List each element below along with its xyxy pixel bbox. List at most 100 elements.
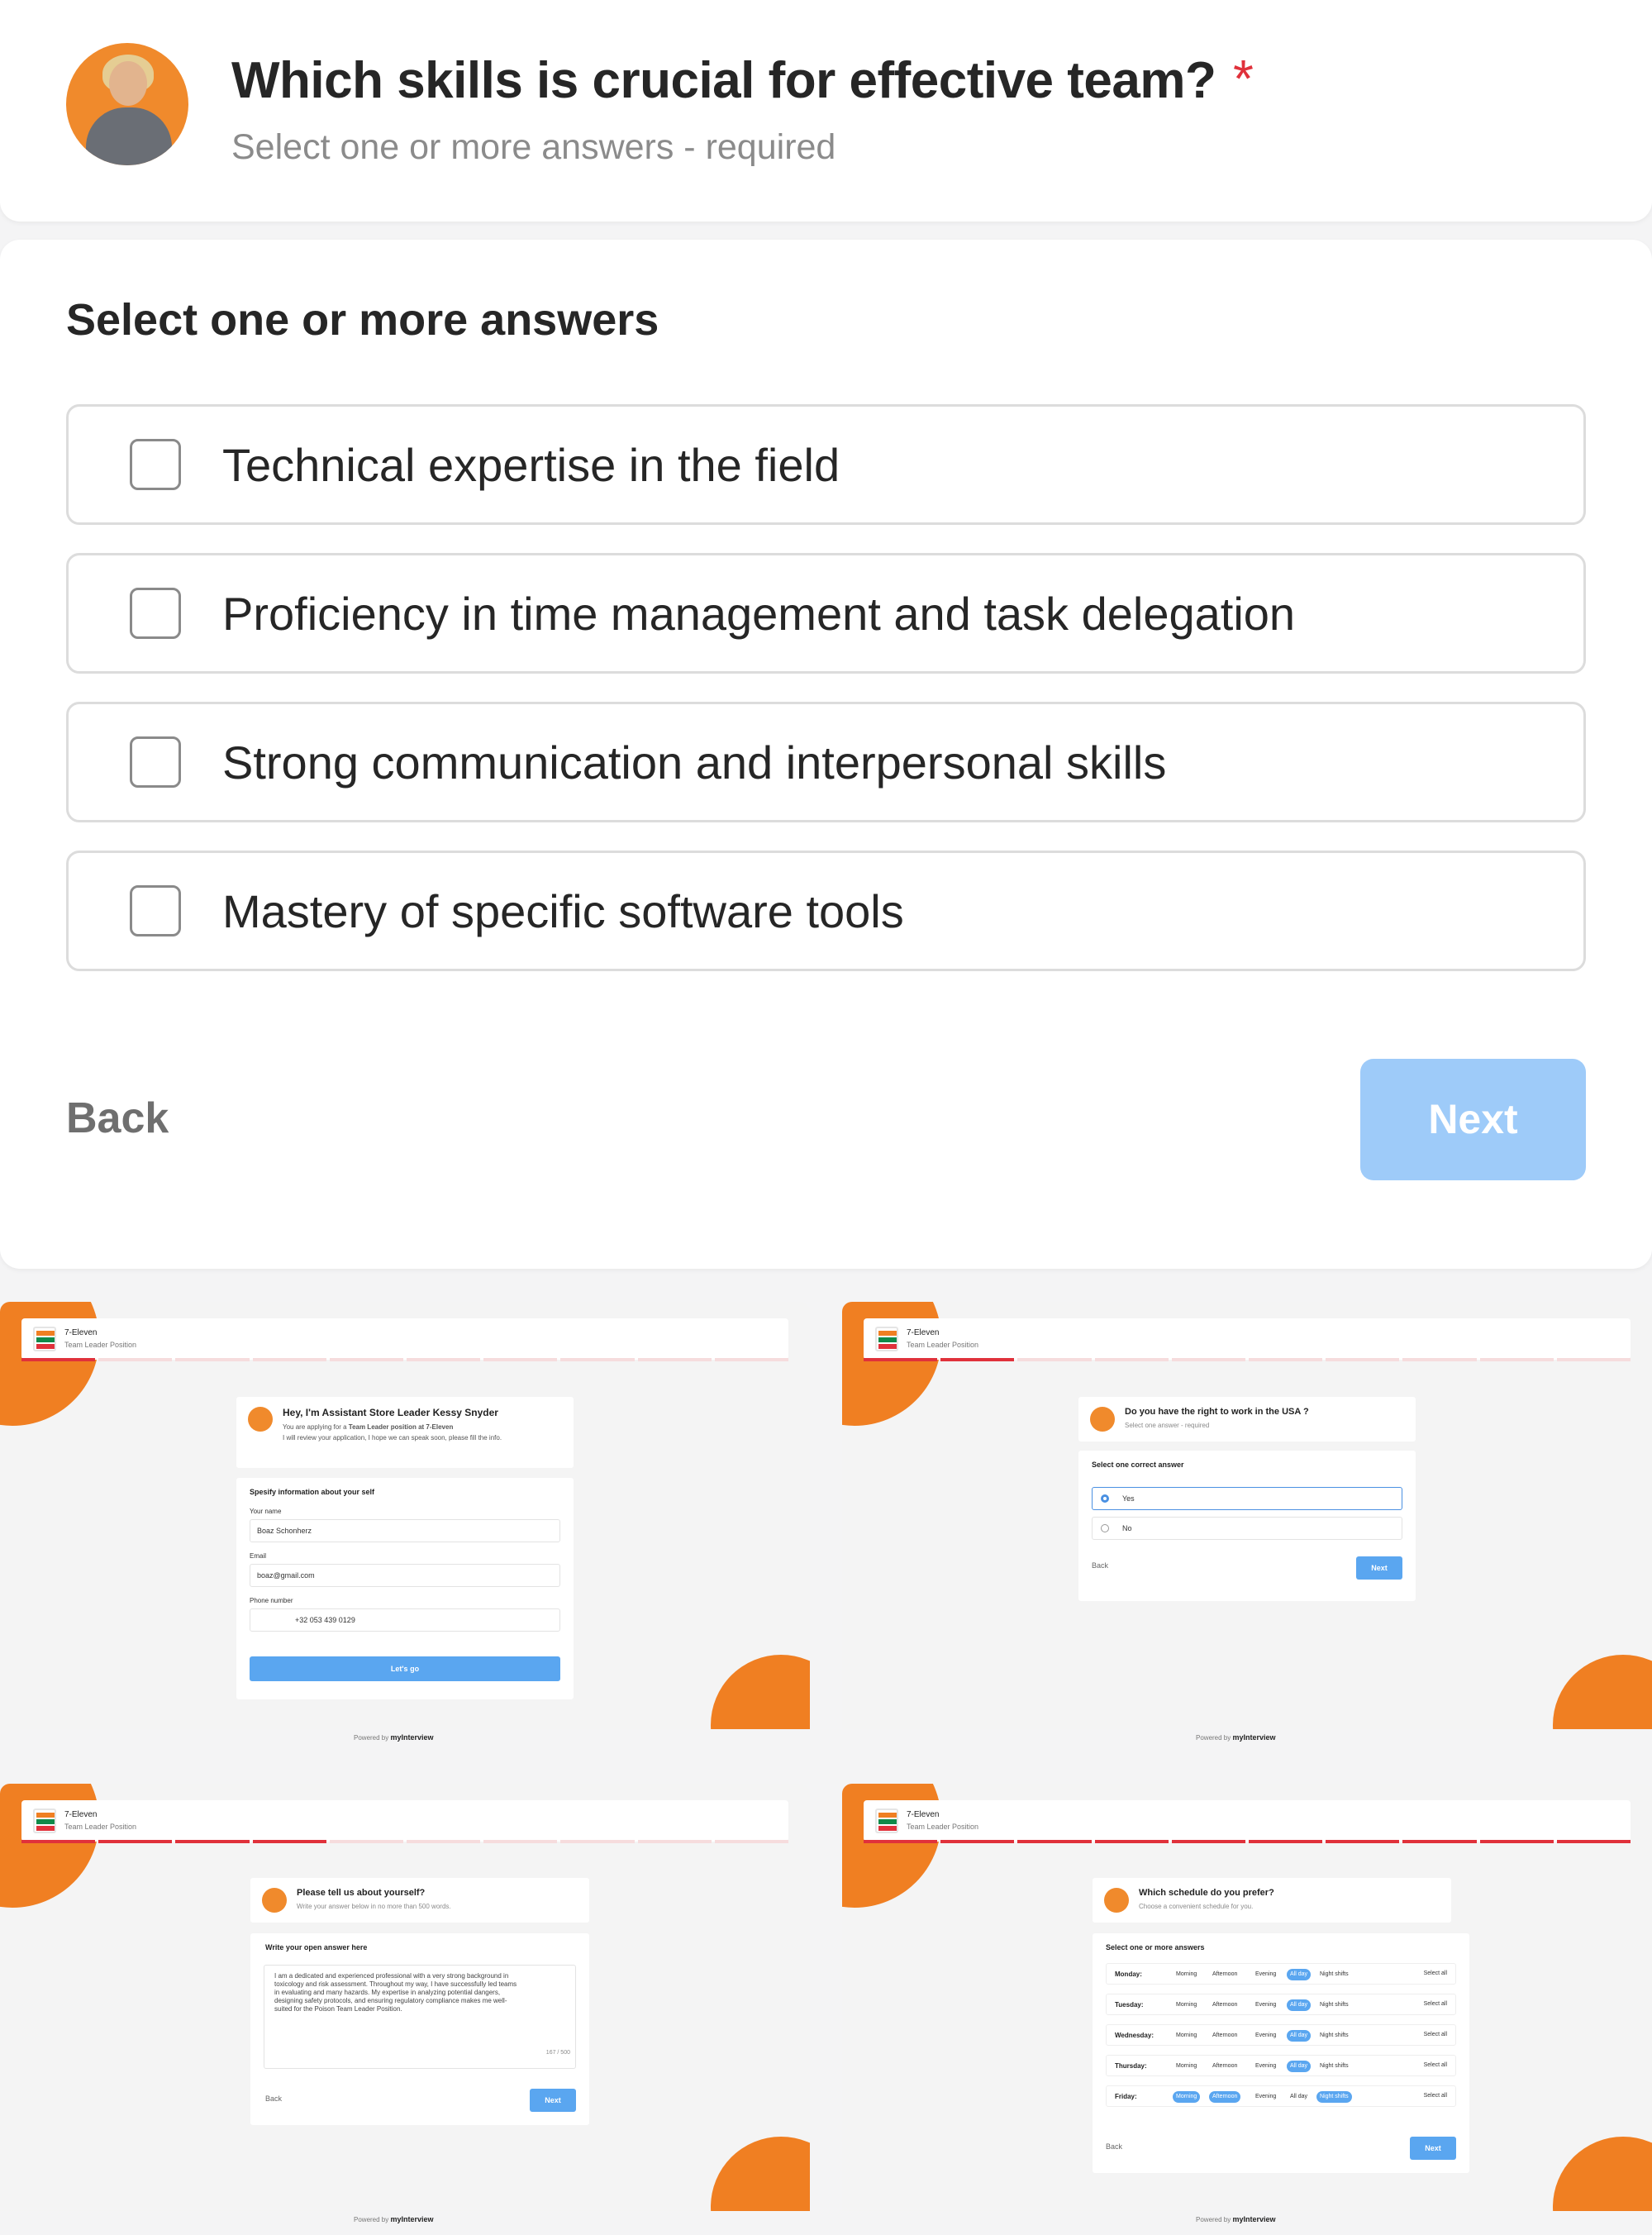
back-button[interactable]: Back xyxy=(1106,2142,1122,2151)
answer-panel: Select one correct answer Yes No Back Ne… xyxy=(1078,1451,1416,1601)
next-button[interactable]: Next xyxy=(1360,1059,1586,1180)
schedule-chip[interactable]: Afternoon xyxy=(1209,1969,1240,1980)
form-section-title: Spesify information about your self xyxy=(250,1488,375,1496)
question-title: Which skills is crucial for effective te… xyxy=(231,52,1216,109)
schedule-chip[interactable]: Afternoon xyxy=(1209,2091,1241,2103)
schedule-chip[interactable]: All day xyxy=(1287,2091,1311,2103)
radio-button[interactable] xyxy=(1101,1494,1109,1503)
answers-heading: Select one or more answers xyxy=(66,295,659,345)
avatar xyxy=(248,1407,273,1432)
thumb-brand: 7-Eleven xyxy=(64,1810,98,1819)
schedule-chip[interactable]: All day xyxy=(1287,2030,1312,2042)
next-button[interactable]: Next xyxy=(530,2089,576,2112)
thumb-title: Hey, I'm Assistant Store Leader Kessy Sn… xyxy=(283,1407,498,1418)
select-all-link[interactable]: Select all xyxy=(1424,2093,1447,2099)
radio-option-no[interactable]: No xyxy=(1092,1517,1402,1540)
thumb-brand: 7-Eleven xyxy=(907,1328,940,1337)
radio-option-yes[interactable]: Yes xyxy=(1092,1487,1402,1510)
answer-section-title: Select one or more answers xyxy=(1106,1943,1205,1951)
schedule-chip[interactable]: Morning xyxy=(1173,1999,1200,2011)
back-button[interactable]: Back xyxy=(265,2094,282,2103)
select-all-link[interactable]: Select all xyxy=(1424,2062,1447,2068)
answer-panel: Write your open answer here I am a dedic… xyxy=(250,1933,589,2125)
preview-thumbnail-schedule: 7-Eleven Team Leader Position Which sche… xyxy=(842,1784,1652,2211)
question-header-card: Which skills is crucial for effective te… xyxy=(0,0,1652,222)
schedule-day: Tuesday: xyxy=(1115,2001,1144,2009)
schedule-day: Friday: xyxy=(1115,2093,1137,2100)
avatar xyxy=(1090,1407,1115,1432)
answer-checkbox-4[interactable] xyxy=(130,885,181,936)
schedule-chip[interactable]: All day xyxy=(1287,2061,1312,2072)
select-all-link[interactable]: Select all xyxy=(1424,1971,1447,1976)
schedule-chip[interactable]: Afternoon xyxy=(1209,1999,1240,2011)
schedule-chip[interactable]: Night shifts xyxy=(1316,1999,1352,2011)
schedule-chip[interactable]: Evening xyxy=(1252,2091,1279,2103)
schedule-chip[interactable]: Evening xyxy=(1252,1999,1279,2011)
answer-option-1[interactable]: Technical expertise in the field xyxy=(66,404,1586,525)
thumb-subtitle: Write your answer below in no more than … xyxy=(297,1903,451,1910)
answer-checkbox-3[interactable] xyxy=(130,736,181,788)
schedule-chip[interactable]: Evening xyxy=(1252,2061,1279,2072)
schedule-chip[interactable]: Afternoon xyxy=(1209,2061,1240,2072)
schedule-panel: Select one or more answers Back Next Mon… xyxy=(1093,1933,1469,2173)
avatar xyxy=(66,43,188,165)
thumb-brand: 7-Eleven xyxy=(64,1328,98,1337)
schedule-chip[interactable]: Morning xyxy=(1173,2091,1201,2103)
schedule-chip[interactable]: Night shifts xyxy=(1316,2061,1352,2072)
answer-checkbox-2[interactable] xyxy=(130,588,181,639)
answer-option-4[interactable]: Mastery of specific software tools xyxy=(66,851,1586,971)
name-label: Your name xyxy=(250,1508,282,1515)
thumb-title: Please tell us about yourself? xyxy=(297,1888,426,1898)
schedule-chip[interactable]: All day xyxy=(1287,1999,1312,2011)
select-all-link[interactable]: Select all xyxy=(1424,2001,1447,2007)
schedule-chip[interactable]: Morning xyxy=(1173,2030,1200,2042)
schedule-chip[interactable]: Evening xyxy=(1252,2030,1279,2042)
progress-bar xyxy=(21,1358,789,1361)
preview-thumbnail-about-yourself: 7-Eleven Team Leader Position Please tel… xyxy=(0,1784,810,2211)
thumb-brand: 7-Eleven xyxy=(907,1810,940,1819)
answer-option-2[interactable]: Proficiency in time management and task … xyxy=(66,553,1586,674)
question-panel: Please tell us about yourself? Write you… xyxy=(250,1878,589,1923)
word-counter: 167 / 500 xyxy=(545,2050,570,2056)
progress-bar xyxy=(864,1358,1631,1361)
answer-option-3[interactable]: Strong communication and interpersonal s… xyxy=(66,702,1586,822)
thumb-line: I will review your application, I hope w… xyxy=(283,1434,502,1442)
email-field[interactable]: boaz@gmail.com xyxy=(250,1564,560,1587)
brand-logo-icon xyxy=(33,1327,56,1351)
answer-option-label: Technical expertise in the field xyxy=(222,439,840,491)
schedule-chip[interactable]: Night shifts xyxy=(1316,1969,1352,1980)
lets-go-button[interactable]: Let's go xyxy=(250,1656,560,1681)
back-button[interactable]: Back xyxy=(66,1094,169,1143)
open-answer-textarea[interactable]: I am a dedicated and experienced profess… xyxy=(264,1965,576,2069)
powered-by: Powered by myInterview xyxy=(354,1733,434,1742)
thumb-header: 7-Eleven Team Leader Position xyxy=(21,1800,788,1842)
brand-logo-icon xyxy=(33,1808,56,1833)
form-panel: Spesify information about your self Your… xyxy=(236,1478,574,1699)
schedule-chip[interactable]: Evening xyxy=(1252,1969,1279,1980)
phone-field[interactable]: +32 053 439 0129 xyxy=(250,1608,560,1632)
thumb-position: Team Leader Position xyxy=(64,1823,137,1831)
schedule-chip[interactable]: Afternoon xyxy=(1209,2030,1240,2042)
next-button[interactable]: Next xyxy=(1356,1556,1402,1580)
email-label: Email xyxy=(250,1552,267,1560)
schedule-chip[interactable]: Morning xyxy=(1173,1969,1200,1980)
schedule-row: Thursday: Morning Afternoon Evening All day N… xyxy=(1106,2055,1456,2076)
schedule-chip[interactable]: Night shifts xyxy=(1316,2091,1352,2103)
thumb-position: Team Leader Position xyxy=(64,1341,137,1349)
question-panel: Which schedule do you prefer? Choose a c… xyxy=(1093,1878,1451,1923)
schedule-row: Friday: Morning Afternoon Evening All day Nig… xyxy=(1106,2085,1456,2107)
back-button[interactable]: Back xyxy=(1092,1561,1108,1570)
answer-option-label: Mastery of specific software tools xyxy=(222,885,904,937)
answer-section-title: Select one correct answer xyxy=(1092,1461,1184,1469)
schedule-chip[interactable]: Morning xyxy=(1173,2061,1200,2072)
name-field[interactable]: Boaz Schonherz xyxy=(250,1519,560,1542)
thumb-subtitle: Choose a convenient schedule for you. xyxy=(1139,1903,1254,1910)
answer-checkbox-1[interactable] xyxy=(130,439,181,490)
schedule-chip[interactable]: Night shifts xyxy=(1316,2030,1352,2042)
required-mark: * xyxy=(1233,49,1254,108)
select-all-link[interactable]: Select all xyxy=(1424,2032,1447,2037)
schedule-chip[interactable]: All day xyxy=(1287,1969,1312,1980)
next-button[interactable]: Next xyxy=(1410,2137,1456,2160)
answer-section-title: Write your open answer here xyxy=(265,1943,368,1951)
radio-button[interactable] xyxy=(1101,1524,1109,1532)
